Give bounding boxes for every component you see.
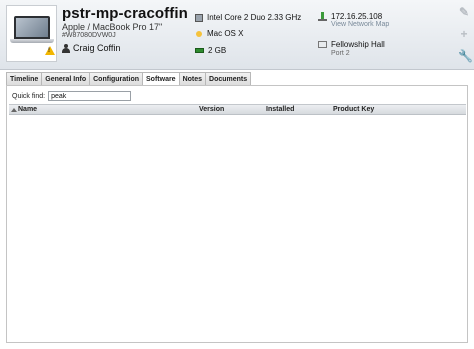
sort-ascending-icon[interactable] [11,108,17,112]
location: Fellowship Hall [318,40,385,49]
column-name[interactable]: Name [18,105,37,115]
ram-label: 2 GB [208,46,227,55]
tab-documents[interactable]: Documents [205,72,252,85]
os-spec: Mac OS X [195,29,243,38]
tab-general-info[interactable]: General Info [41,72,91,85]
device-header: ! pstr-mp-cracoffin Apple / MacBook Pro … [0,0,474,70]
device-serial: #W87080DVW0J [62,32,116,39]
tab-notes[interactable]: Notes [178,72,207,85]
tab-software[interactable]: Software [142,72,180,86]
cpu-icon [195,13,203,22]
port-icon [318,41,327,48]
location-label: Fellowship Hall [331,40,385,49]
table-header: Name Version Installed Product Key [9,104,466,115]
device-thumbnail: ! [6,5,57,62]
ip-address: 172.16.25.108 [318,12,382,21]
ip-label: 172.16.25.108 [331,12,383,21]
network-icon [318,12,327,21]
column-product-key[interactable]: Product Key [333,105,374,115]
side-tools: ✎ + 🔧 [458,6,473,72]
warning-mark: ! [48,48,50,54]
warning-icon [45,46,55,55]
tab-bar: Timeline General Info Configuration Soft… [6,72,252,86]
software-panel: Quick find: Name Version Installed Produ… [6,85,468,343]
ram-spec: 2 GB [195,46,226,55]
quick-find: Quick find: [12,91,132,101]
column-installed[interactable]: Installed [266,105,294,115]
quick-find-label: Quick find: [12,92,46,100]
device-title: pstr-mp-cracoffin [62,5,188,22]
wrench-icon[interactable]: 🔧 [458,50,473,62]
laptop-icon [14,16,50,39]
pencil-icon[interactable]: ✎ [458,6,470,18]
assigned-user[interactable]: Craig Coffin [62,43,120,53]
laptop-base [10,39,54,43]
tab-timeline[interactable]: Timeline [6,72,43,85]
port-label: Port 2 [331,50,350,57]
device-model: Apple / MacBook Pro 17" [62,22,163,32]
cpu-label: Intel Core 2 Duo 2.33 GHz [207,13,302,22]
memory-icon [195,48,204,53]
user-icon [62,43,70,53]
os-icon [196,30,202,37]
user-name[interactable]: Craig Coffin [73,43,120,53]
cpu-spec: Intel Core 2 Duo 2.33 GHz [195,13,301,22]
column-version[interactable]: Version [199,105,224,115]
quick-find-input[interactable] [48,91,132,101]
view-network-map-link[interactable]: View Network Map [331,21,389,28]
plus-icon[interactable]: + [458,28,470,40]
os-label: Mac OS X [207,29,244,38]
tab-configuration[interactable]: Configuration [89,72,144,85]
